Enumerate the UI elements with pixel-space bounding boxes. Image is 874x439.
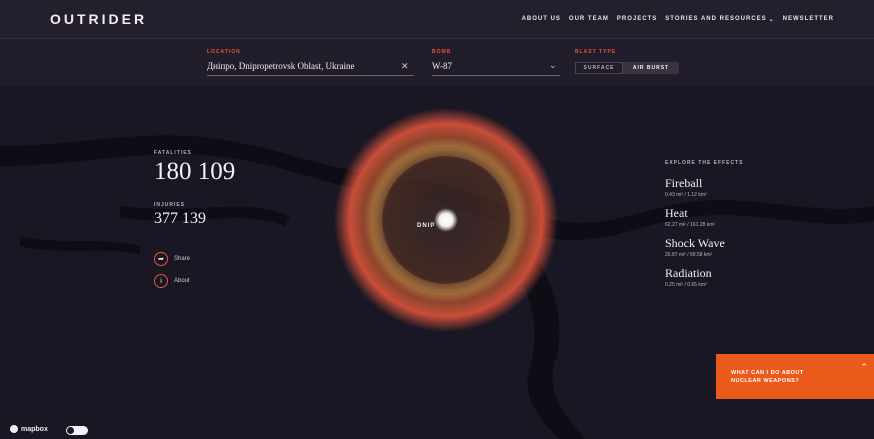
fatalities-label: FATALITIES	[154, 150, 192, 156]
injuries-value: 377 139	[154, 210, 206, 227]
blast-air-burst-button[interactable]: AIR BURST	[623, 62, 679, 74]
toggle-knob	[67, 427, 74, 434]
about-label[interactable]: About	[174, 278, 190, 284]
bomb-select[interactable]: W-87	[432, 61, 452, 71]
water-patch	[20, 236, 140, 254]
effect-shock-wave[interactable]: Shock Wave	[665, 236, 725, 251]
nav-link-stories[interactable]: STORIES AND RESOURCES	[665, 16, 766, 22]
controls-bar: LOCATION Дніпро, Dnipropetrovsk Oblast, …	[0, 38, 874, 86]
nav-link-newsletter[interactable]: NEWSLETTER	[783, 16, 834, 22]
fatalities-value: 180 109	[154, 158, 236, 185]
injuries-label: INJURIES	[154, 202, 186, 208]
mapbox-attribution[interactable]: mapbox	[10, 425, 48, 433]
clear-icon[interactable]: ✕	[401, 61, 409, 72]
effect-heat[interactable]: Heat	[665, 206, 688, 221]
effect-radiation-value: 0.25 mi² / 0.65 km²	[665, 282, 707, 288]
mapbox-label: mapbox	[21, 425, 48, 433]
effect-heat-value: 62.27 mi² / 161.28 km²	[665, 222, 716, 228]
chevron-up-icon[interactable]: ⌃	[860, 362, 868, 373]
top-nav: OUTRIDER ABOUT US OUR TEAM PROJECTS STOR…	[0, 0, 874, 38]
nav-link-about-us[interactable]: ABOUT US	[522, 16, 561, 22]
outrider-logo[interactable]: OUTRIDER	[50, 11, 147, 27]
map-toggle[interactable]	[66, 426, 88, 435]
info-icon[interactable]: i	[154, 274, 168, 288]
effect-fireball[interactable]: Fireball	[665, 176, 702, 191]
location-underline	[207, 75, 414, 76]
location-label: LOCATION	[207, 49, 241, 55]
mapbox-logo-icon	[10, 425, 18, 433]
blast-surface-button[interactable]: SURFACE	[575, 62, 623, 74]
effect-radiation[interactable]: Radiation	[665, 266, 712, 281]
blast-type-label: BLAST TYPE	[575, 49, 617, 55]
location-input[interactable]: Дніпро, Dnipropetrovsk Oblast, Ukraine	[207, 61, 355, 71]
effects-title: EXPLORE THE EFFECTS	[665, 160, 744, 166]
effect-fireball-value: 0.43 mi² / 1.12 km²	[665, 192, 707, 198]
bomb-label: BOMB	[432, 49, 452, 55]
fireball-marker	[434, 208, 458, 232]
nuclear-weapons-cta[interactable]: WHAT CAN I DO ABOUT NUCLEAR WEAPONS? ⌃	[716, 354, 874, 399]
chevron-down-icon[interactable]: ⌄	[549, 60, 557, 71]
effect-shock-wave-value: 26.87 mi² / 69.58 km²	[665, 252, 713, 258]
share-icon[interactable]: ➦	[154, 252, 168, 266]
city-label: DNIP	[417, 223, 436, 229]
cta-text: WHAT CAN I DO ABOUT NUCLEAR WEAPONS?	[731, 369, 804, 384]
nav-link-projects[interactable]: PROJECTS	[617, 16, 657, 22]
share-label[interactable]: Share	[174, 256, 190, 262]
chevron-down-icon[interactable]: ⌄	[769, 16, 775, 23]
bomb-underline	[432, 75, 560, 76]
nav-link-our-team[interactable]: OUR TEAM	[569, 16, 609, 22]
nav-links: ABOUT US OUR TEAM PROJECTS STORIES AND R…	[522, 16, 834, 23]
